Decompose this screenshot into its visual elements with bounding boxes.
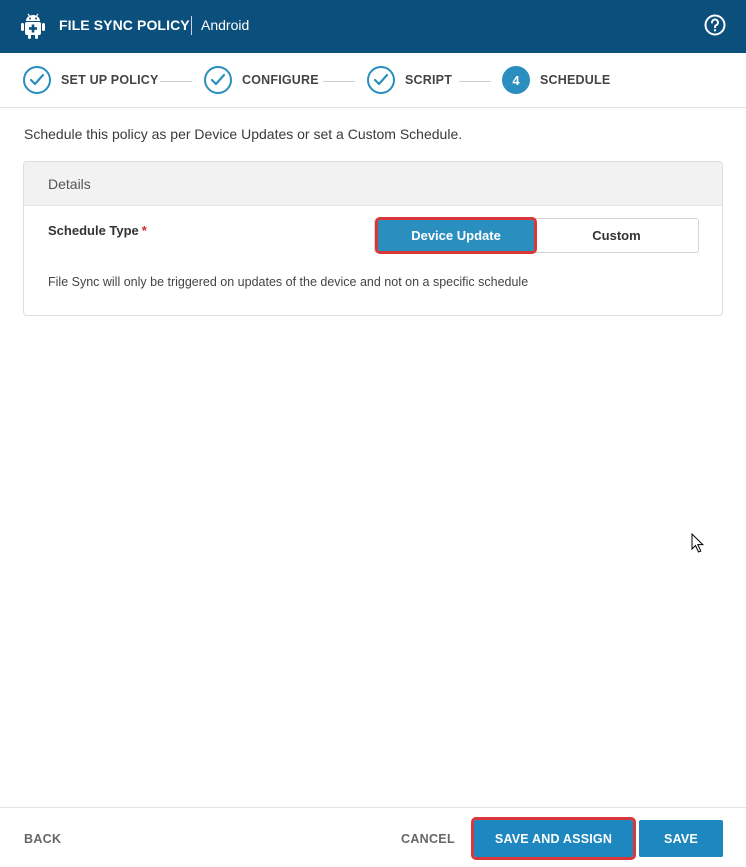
- device-update-option[interactable]: Device Update: [375, 217, 537, 254]
- step-configure[interactable]: CONFIGURE: [204, 66, 319, 94]
- save-and-assign-button[interactable]: SAVE AND ASSIGN: [471, 817, 636, 860]
- cancel-button[interactable]: CANCEL: [401, 832, 455, 846]
- check-icon: [367, 66, 395, 94]
- dialog-title: FILE SYNC POLICY: [59, 17, 190, 33]
- schedule-type-toggle: Device Update Custom: [374, 217, 699, 254]
- step-label: SET UP POLICY: [61, 73, 159, 87]
- save-button[interactable]: SAVE: [639, 820, 723, 857]
- dialog-header: FILE SYNC POLICY Android: [0, 0, 746, 53]
- schedule-type-label: Schedule Type *: [48, 223, 147, 238]
- back-button[interactable]: BACK: [24, 832, 61, 846]
- help-circle-icon[interactable]: [704, 14, 726, 36]
- schedule-note: File Sync will only be triggered on upda…: [48, 275, 529, 289]
- schedule-intro-text: Schedule this policy as per Device Updat…: [24, 126, 463, 142]
- step-schedule[interactable]: 4 SCHEDULE: [502, 66, 610, 94]
- mouse-cursor-icon: [691, 533, 705, 553]
- step-number-badge: 4: [502, 66, 530, 94]
- details-heading: Details: [24, 162, 722, 206]
- title-separator: [191, 16, 192, 35]
- check-icon: [204, 66, 232, 94]
- wizard-stepper: SET UP POLICY CONFIGURE SCRIPT 4 SCHEDUL…: [0, 53, 746, 108]
- platform-label: Android: [201, 17, 250, 33]
- required-marker: *: [141, 223, 147, 238]
- step-set-up-policy[interactable]: SET UP POLICY: [23, 66, 159, 94]
- step-script[interactable]: SCRIPT: [367, 66, 452, 94]
- step-connector: [323, 81, 355, 82]
- android-icon: [21, 13, 45, 39]
- step-label: CONFIGURE: [242, 73, 319, 87]
- check-icon: [23, 66, 51, 94]
- step-label: SCRIPT: [405, 73, 453, 87]
- step-connector: [459, 81, 491, 82]
- step-label: SCHEDULE: [540, 73, 611, 87]
- step-connector: [160, 81, 192, 82]
- dialog-footer: BACK CANCEL SAVE AND ASSIGN SAVE: [0, 807, 746, 867]
- custom-option[interactable]: Custom: [535, 219, 698, 252]
- details-card: Details Schedule Type * Device Update Cus…: [23, 161, 723, 316]
